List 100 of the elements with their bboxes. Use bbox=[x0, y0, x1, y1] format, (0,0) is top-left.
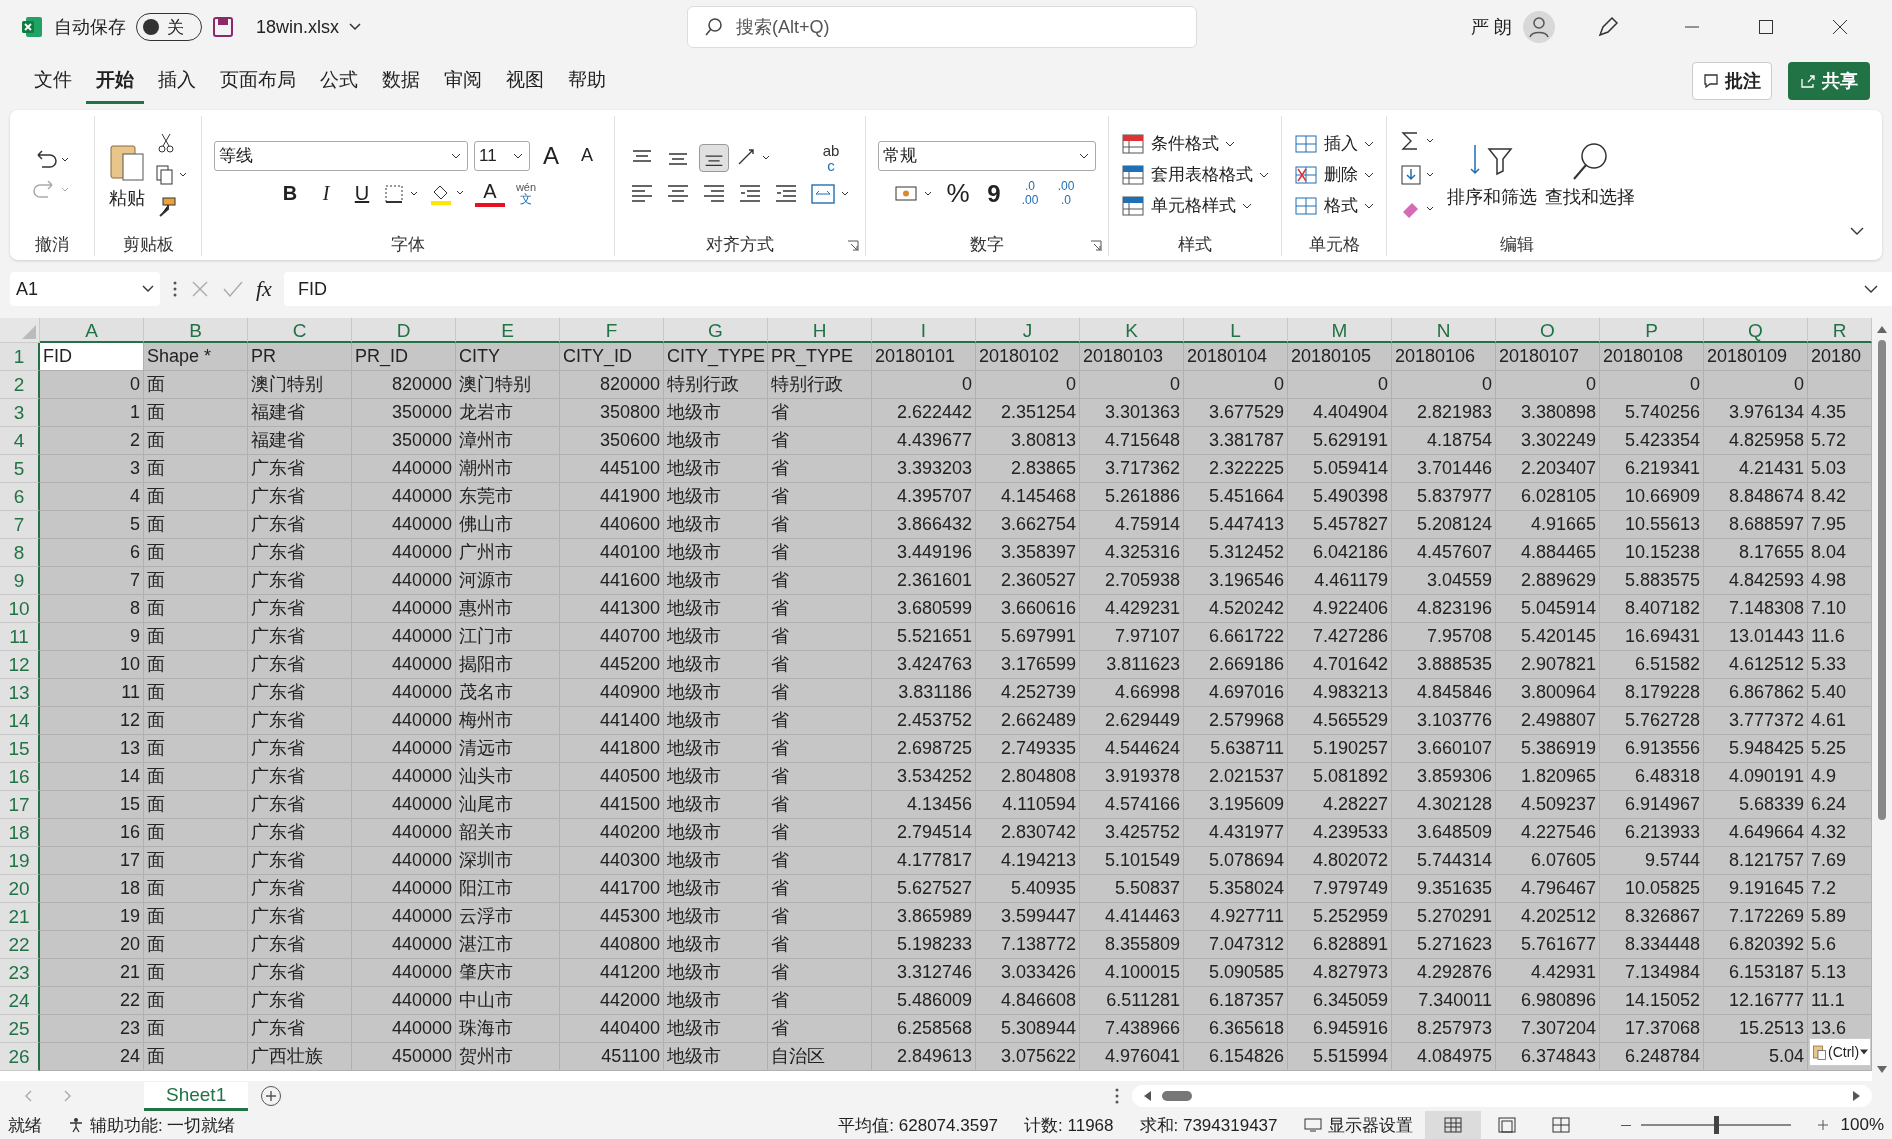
find-select-button[interactable]: 查找和选择 bbox=[1545, 140, 1635, 209]
number-format-field[interactable]: 常规 bbox=[878, 140, 1096, 171]
decrease-decimal-button[interactable]: .00 .0 bbox=[1051, 178, 1081, 209]
row-header[interactable]: 7 bbox=[0, 511, 40, 539]
cells-menu-button[interactable]: 删除 bbox=[1294, 163, 1374, 186]
row-header[interactable]: 16 bbox=[0, 763, 40, 791]
row-header[interactable]: 13 bbox=[0, 679, 40, 707]
sort-filter-button[interactable]: 排序和筛选 bbox=[1447, 140, 1537, 209]
display-settings-button[interactable]: 显示器设置 bbox=[1303, 1113, 1413, 1137]
column-header[interactable]: D bbox=[352, 318, 456, 343]
scrollbar-thumb[interactable] bbox=[1878, 340, 1886, 820]
zoom-level[interactable]: 100% bbox=[1840, 1115, 1884, 1135]
underline-button[interactable]: U bbox=[347, 178, 377, 209]
increase-font-button[interactable]: A bbox=[536, 140, 566, 171]
align-icon[interactable] bbox=[699, 143, 729, 172]
zoom-in-icon[interactable] bbox=[1816, 1119, 1829, 1131]
column-header[interactable]: G bbox=[664, 318, 768, 343]
row-header[interactable]: 17 bbox=[0, 791, 40, 819]
decrease-font-button[interactable]: A bbox=[572, 140, 602, 171]
ribbon-tab[interactable]: 插入 bbox=[148, 58, 206, 104]
row-header[interactable]: 2 bbox=[0, 371, 40, 399]
chevron-down-icon[interactable] bbox=[1850, 227, 1864, 236]
dialog-launcher-icon[interactable] bbox=[847, 240, 859, 252]
row-header[interactable]: 3 bbox=[0, 399, 40, 427]
column-header[interactable]: E bbox=[456, 318, 560, 343]
row-header[interactable]: 14 bbox=[0, 707, 40, 735]
row-header[interactable]: 8 bbox=[0, 539, 40, 567]
row-header[interactable]: 9 bbox=[0, 567, 40, 595]
ribbon-tab[interactable]: 页面布局 bbox=[210, 58, 306, 104]
column-header[interactable]: P bbox=[1600, 318, 1704, 343]
column-header[interactable]: H bbox=[768, 318, 872, 343]
row-header[interactable]: 24 bbox=[0, 987, 40, 1015]
wrap-text-button[interactable]: ab c bbox=[809, 142, 853, 173]
row-header[interactable]: 19 bbox=[0, 847, 40, 875]
more-icon[interactable] bbox=[1114, 1087, 1120, 1105]
name-box[interactable]: A1 bbox=[10, 272, 160, 306]
scroll-up-icon[interactable] bbox=[1876, 324, 1888, 334]
ribbon-tab[interactable]: 视图 bbox=[496, 58, 554, 104]
column-header[interactable]: R bbox=[1808, 318, 1872, 343]
paste-button[interactable]: 粘贴 bbox=[107, 139, 147, 210]
share-button[interactable]: 共享 bbox=[1788, 62, 1870, 100]
file-name[interactable]: 18win.xlsx bbox=[256, 16, 340, 38]
column-header[interactable]: F bbox=[560, 318, 664, 343]
scrollbar-thumb[interactable] bbox=[1162, 1091, 1192, 1101]
maximize-icon[interactable] bbox=[1758, 19, 1774, 35]
row-header[interactable]: 25 bbox=[0, 1015, 40, 1043]
scroll-right-icon[interactable] bbox=[1852, 1090, 1862, 1102]
column-header[interactable]: Q bbox=[1704, 318, 1808, 343]
font-color-button[interactable]: A bbox=[475, 180, 505, 207]
row-header[interactable]: 22 bbox=[0, 931, 40, 959]
row-header[interactable]: 12 bbox=[0, 651, 40, 679]
row-header[interactable]: 21 bbox=[0, 903, 40, 931]
formula-field[interactable]: FID bbox=[283, 272, 1892, 306]
column-header[interactable]: K bbox=[1080, 318, 1184, 343]
pen-icon[interactable] bbox=[1596, 15, 1620, 39]
column-header[interactable]: M bbox=[1288, 318, 1392, 343]
column-header[interactable]: O bbox=[1496, 318, 1600, 343]
row-header[interactable]: 5 bbox=[0, 455, 40, 483]
style-menu-button[interactable]: 套用表格格式 bbox=[1121, 163, 1269, 186]
row-header[interactable]: 10 bbox=[0, 595, 40, 623]
ribbon-tab[interactable]: 数据 bbox=[372, 58, 430, 104]
italic-button[interactable]: I bbox=[311, 178, 341, 209]
cut-icon[interactable] bbox=[155, 131, 177, 154]
search-field[interactable]: 搜索(Alt+Q) bbox=[687, 6, 1198, 48]
bold-button[interactable]: B bbox=[275, 178, 305, 209]
row-header[interactable]: 23 bbox=[0, 959, 40, 987]
column-header[interactable]: C bbox=[248, 318, 352, 343]
accessibility-status[interactable]: 辅助功能: 一切就绪 bbox=[90, 1113, 236, 1137]
column-header[interactable]: L bbox=[1184, 318, 1288, 343]
normal-view-button[interactable] bbox=[1424, 1111, 1481, 1139]
copy-icon[interactable] bbox=[155, 163, 189, 186]
style-menu-button[interactable]: 单元格样式 bbox=[1121, 194, 1252, 217]
column-header[interactable]: A bbox=[40, 318, 144, 343]
dialog-launcher-icon[interactable] bbox=[1090, 240, 1102, 252]
ribbon-tab[interactable]: 公式 bbox=[310, 58, 368, 104]
accessibility-icon[interactable] bbox=[68, 1117, 84, 1133]
font-name-field[interactable]: 等线 bbox=[214, 140, 468, 171]
close-icon[interactable] bbox=[1832, 19, 1848, 35]
cells-menu-button[interactable]: 格式 bbox=[1294, 194, 1374, 217]
increase-decimal-button[interactable]: .0 .00 bbox=[1015, 178, 1045, 209]
row-header[interactable]: 26 bbox=[0, 1043, 40, 1071]
column-header[interactable]: J bbox=[976, 318, 1080, 343]
insert-function-button[interactable]: fx bbox=[256, 276, 272, 302]
ribbon-tab[interactable]: 审阅 bbox=[434, 58, 492, 104]
save-icon[interactable] bbox=[212, 16, 234, 38]
paste-options-button[interactable]: (Ctrl) bbox=[1809, 1038, 1872, 1066]
ribbon-tab[interactable]: 文件 bbox=[24, 58, 82, 104]
row-header[interactable]: 6 bbox=[0, 483, 40, 511]
percent-button[interactable]: % bbox=[943, 178, 973, 209]
row-header[interactable]: 11 bbox=[0, 623, 40, 651]
ribbon-tab[interactable]: 帮助 bbox=[558, 58, 616, 104]
ribbon-tab[interactable]: 开始 bbox=[86, 58, 144, 104]
column-header[interactable]: N bbox=[1392, 318, 1496, 343]
comma-style-button[interactable]: 9 bbox=[979, 178, 1009, 209]
style-menu-button[interactable]: 条件格式 bbox=[1121, 132, 1235, 155]
row-header[interactable]: 4 bbox=[0, 427, 40, 455]
cells-menu-button[interactable]: 插入 bbox=[1294, 132, 1374, 155]
row-header[interactable]: 20 bbox=[0, 875, 40, 903]
row-header[interactable]: 1 bbox=[0, 343, 40, 371]
sheet-tab[interactable]: Sheet1 bbox=[144, 1081, 249, 1111]
